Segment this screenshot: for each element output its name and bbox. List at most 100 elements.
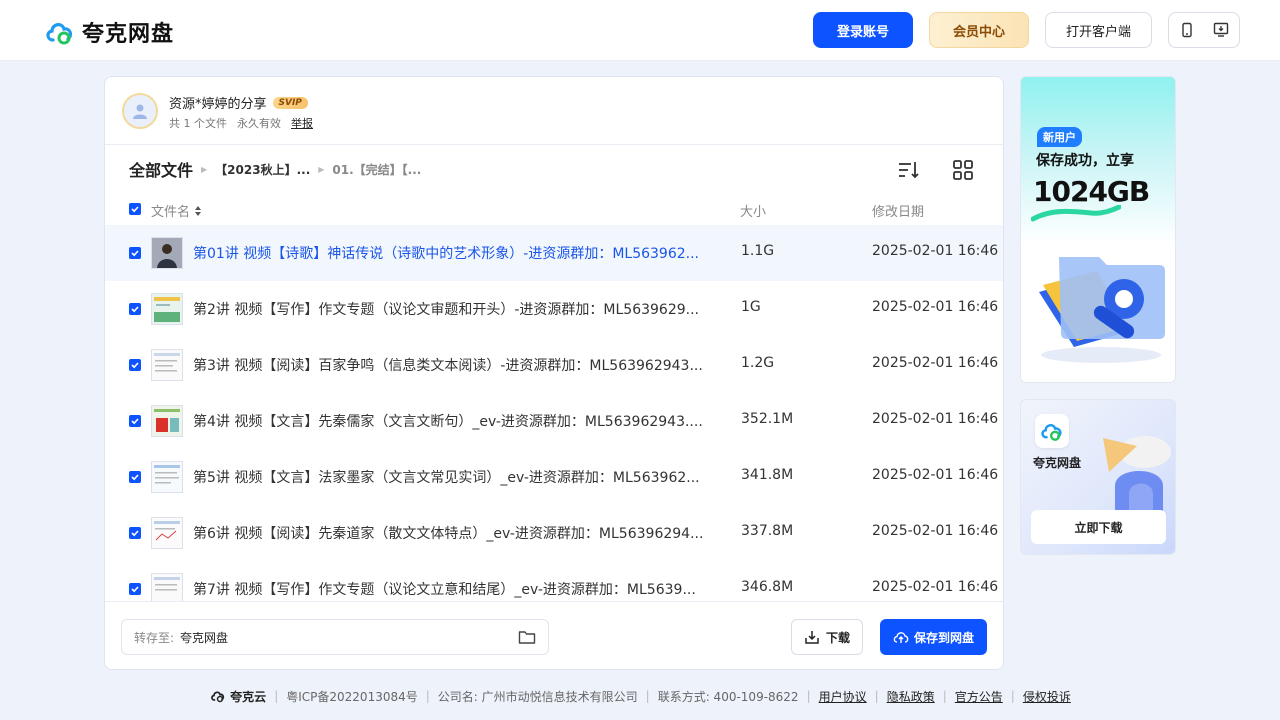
- table-row[interactable]: 第5讲 视频【文言】法家墨家（文言文常见实词）_ev-进资源群加：ML56396…: [105, 449, 1003, 505]
- row-checkbox[interactable]: [129, 415, 141, 427]
- column-header-name[interactable]: 文件名: [151, 201, 202, 220]
- download-label: 下载: [825, 630, 850, 645]
- device-switch: [1168, 12, 1240, 48]
- row-checkbox[interactable]: [129, 303, 141, 315]
- cloud-logo-icon: [46, 23, 73, 45]
- footer-divider: |: [942, 689, 947, 703]
- save-destination-label: 转存至:: [134, 630, 175, 645]
- check-icon: [131, 586, 139, 593]
- sort-icon[interactable]: [897, 159, 919, 181]
- video-thumbnail: [151, 573, 183, 601]
- file-name[interactable]: 第4讲 视频【文言】先秦儒家（文言文断句）_ev-进资源群加：ML5639629…: [193, 411, 713, 431]
- desktop-download-icon[interactable]: [1213, 22, 1229, 38]
- file-size: 1.1G: [741, 243, 775, 259]
- file-date: 2025-02-01 16:46: [872, 579, 999, 595]
- share-meta: 共 1 个文件 永久有效 举报: [169, 115, 313, 131]
- download-now-button[interactable]: 立即下载: [1031, 510, 1166, 544]
- footer-link-privacy[interactable]: 隐私政策: [887, 688, 935, 705]
- column-header-size[interactable]: 大小: [740, 201, 766, 220]
- save-destination-value: 夸克网盘: [180, 630, 229, 645]
- check-icon: [131, 206, 139, 213]
- file-date: 2025-02-01 16:46: [872, 467, 999, 483]
- avatar: [122, 93, 158, 129]
- file-name[interactable]: 第5讲 视频【文言】法家墨家（文言文常见实词）_ev-进资源群加：ML56396…: [193, 467, 713, 487]
- footer-link-announcement[interactable]: 官方公告: [955, 688, 1003, 705]
- file-name[interactable]: 第2讲 视频【写作】作文专题（议论文审题和开头）-进资源群加：ML5639629…: [193, 299, 713, 319]
- cloud-logo-icon: [1041, 424, 1062, 441]
- promo-banner-app[interactable]: 夸克网盘 立即下载: [1020, 399, 1176, 555]
- check-icon: [131, 306, 139, 313]
- row-checkbox[interactable]: [129, 471, 141, 483]
- promo-capacity: 1024GB: [1033, 175, 1150, 208]
- table-row[interactable]: 第4讲 视频【文言】先秦儒家（文言文断句）_ev-进资源群加：ML5639629…: [105, 393, 1003, 449]
- check-icon: [131, 530, 139, 537]
- promo-banner-storage[interactable]: 新用户 保存成功，立享 1024GB: [1020, 76, 1176, 383]
- row-checkbox[interactable]: [129, 527, 141, 539]
- select-all-checkbox[interactable]: [129, 203, 141, 215]
- file-size: 341.8M: [741, 467, 794, 483]
- file-date: 2025-02-01 16:46: [872, 243, 999, 259]
- row-checkbox[interactable]: [129, 583, 141, 595]
- breadcrumb: 全部文件 ▶ 【2023秋上】... ▶ 01.【完结】【...: [129, 157, 421, 181]
- footer-icp[interactable]: 粤ICP备2022013084号: [286, 688, 418, 705]
- file-count: 共 1 个文件: [169, 117, 227, 130]
- table-row[interactable]: 第6讲 视频【阅读】先秦道家（散文文体特点）_ev-进资源群加：ML563962…: [105, 505, 1003, 561]
- footer-contact: 联系方式: 400-109-8622: [657, 689, 799, 704]
- video-thumbnail: [151, 293, 183, 325]
- app-name: 夸克网盘: [1033, 456, 1082, 470]
- breadcrumb-root[interactable]: 全部文件: [129, 157, 193, 181]
- login-button[interactable]: 登录账号: [813, 12, 913, 48]
- svip-badge: SVIP: [272, 96, 308, 109]
- brand[interactable]: 夸克网盘: [44, 16, 174, 48]
- cloud-logo-icon: [211, 691, 225, 703]
- file-name[interactable]: 第6讲 视频【阅读】先秦道家（散文文体特点）_ev-进资源群加：ML563962…: [193, 523, 713, 543]
- promo-headline: 保存成功，立享: [1036, 153, 1134, 169]
- footer-divider: |: [425, 689, 430, 703]
- breadcrumb-separator-icon: ▶: [318, 164, 325, 174]
- report-link[interactable]: 举报: [291, 115, 313, 131]
- save-to-drive-button[interactable]: 保存到网盘: [880, 619, 987, 655]
- video-thumbnail: [151, 405, 183, 437]
- thumbnail-document-icon: [152, 462, 182, 492]
- save-to-drive-label: 保存到网盘: [913, 630, 974, 645]
- file-date: 2025-02-01 16:46: [872, 411, 999, 427]
- share-header: 资源*婷婷的分享 SVIP 共 1 个文件 永久有效 举报: [105, 77, 1003, 145]
- breadcrumb-item[interactable]: 【2023秋上】...: [215, 161, 310, 178]
- footer-link-user-agreement[interactable]: 用户协议: [819, 688, 867, 705]
- file-name[interactable]: 第01讲 视频【诗歌】神话传说（诗歌中的艺术形象）-进资源群加：ML563962…: [193, 243, 713, 263]
- top-bar: 夸克网盘 登录账号 会员中心 打开客户端: [0, 0, 1280, 61]
- file-name[interactable]: 第7讲 视频【写作】作文专题（议论文立意和结尾）_ev-进资源群加：ML5639…: [193, 579, 713, 599]
- check-icon: [131, 418, 139, 425]
- download-button[interactable]: 下载: [791, 619, 863, 655]
- row-checkbox[interactable]: [129, 359, 141, 371]
- user-icon: [133, 104, 147, 119]
- video-thumbnail: [151, 237, 183, 269]
- table-row[interactable]: 第01讲 视频【诗歌】神话传说（诗歌中的艺术形象）-进资源群加：ML563962…: [105, 225, 1003, 281]
- mobile-icon[interactable]: [1179, 22, 1195, 38]
- save-destination-field[interactable]: 转存至: 夸克网盘: [121, 619, 549, 655]
- row-checkbox[interactable]: [129, 247, 141, 259]
- file-list: 第01讲 视频【诗歌】神话传说（诗歌中的艺术形象）-进资源群加：ML563962…: [105, 225, 1003, 601]
- open-client-button[interactable]: 打开客户端: [1045, 12, 1152, 48]
- vip-center-button[interactable]: 会员中心: [929, 12, 1029, 48]
- table-row[interactable]: 第3讲 视频【阅读】百家争鸣（信息类文本阅读）-进资源群加：ML56396294…: [105, 337, 1003, 393]
- grid-view-icon[interactable]: [952, 159, 974, 181]
- column-header-date[interactable]: 修改日期: [872, 201, 924, 220]
- breadcrumb-item[interactable]: 01.【完结】【...: [332, 161, 421, 178]
- file-name[interactable]: 第3讲 视频【阅读】百家争鸣（信息类文本阅读）-进资源群加：ML56396294…: [193, 355, 713, 375]
- table-row[interactable]: 第2讲 视频【写作】作文专题（议论文审题和开头）-进资源群加：ML5639629…: [105, 281, 1003, 337]
- video-thumbnail: [151, 461, 183, 493]
- thumbnail-document-icon: [152, 574, 182, 601]
- folder-icon[interactable]: [518, 629, 536, 645]
- thumbnail-document-icon: [152, 350, 182, 380]
- check-icon: [131, 250, 139, 257]
- footer-divider: |: [645, 689, 650, 703]
- validity: 永久有效: [237, 117, 281, 130]
- file-size: 1G: [741, 299, 761, 315]
- table-row[interactable]: 第7讲 视频【写作】作文专题（议论文立意和结尾）_ev-进资源群加：ML5639…: [105, 561, 1003, 601]
- sort-toggle-icon: [195, 205, 202, 216]
- footer-company: 公司名: 广州市动悦信息技术有限公司: [437, 689, 638, 704]
- footer-brand[interactable]: 夸克云: [209, 688, 266, 705]
- footer-link-complaint[interactable]: 侵权投诉: [1023, 688, 1071, 705]
- video-thumbnail: [151, 517, 183, 549]
